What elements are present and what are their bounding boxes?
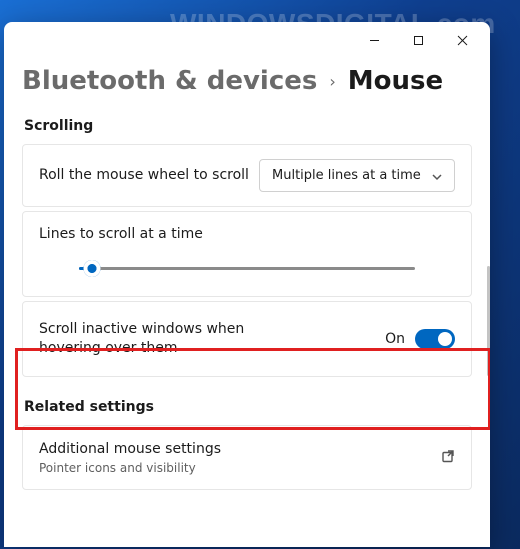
- minimize-icon: [369, 35, 380, 46]
- titlebar: [4, 22, 490, 58]
- additional-settings-sub: Pointer icons and visibility: [39, 461, 221, 475]
- scroll-mode-row: Roll the mouse wheel to scroll Multiple …: [23, 145, 471, 206]
- breadcrumb-parent[interactable]: Bluetooth & devices: [22, 66, 317, 96]
- section-header-scrolling: Scrolling: [24, 118, 470, 134]
- additional-settings-label: Additional mouse settings: [39, 440, 221, 459]
- scroll-inactive-toggle[interactable]: [415, 329, 455, 349]
- scrolling-card: Roll the mouse wheel to scroll Multiple …: [22, 144, 472, 207]
- chevron-down-icon: [432, 171, 442, 181]
- scroll-inactive-row: Scroll inactive windows when hovering ov…: [23, 302, 471, 376]
- breadcrumb: Bluetooth & devices › Mouse: [22, 66, 472, 96]
- settings-window: Bluetooth & devices › Mouse Scrolling Ro…: [4, 22, 490, 547]
- page-title: Mouse: [348, 66, 443, 96]
- scroll-mode-select[interactable]: Multiple lines at a time: [259, 159, 455, 192]
- slider-track: [79, 267, 415, 270]
- lines-label: Lines to scroll at a time: [39, 226, 455, 242]
- lines-slider[interactable]: [79, 260, 415, 276]
- scroll-mode-label: Roll the mouse wheel to scroll: [39, 166, 249, 185]
- scroll-mode-value: Multiple lines at a time: [272, 168, 421, 183]
- scrollbar[interactable]: [487, 266, 490, 376]
- section-header-related: Related settings: [24, 399, 470, 415]
- additional-settings-row[interactable]: Additional mouse settings Pointer icons …: [23, 426, 471, 489]
- maximize-button[interactable]: [396, 25, 440, 55]
- inactive-card: Scroll inactive windows when hovering ov…: [22, 301, 472, 377]
- additional-settings-card[interactable]: Additional mouse settings Pointer icons …: [22, 425, 472, 490]
- open-external-icon: [441, 448, 455, 467]
- lines-card: Lines to scroll at a time: [22, 211, 472, 297]
- slider-thumb[interactable]: [84, 260, 101, 277]
- close-icon: [457, 35, 468, 46]
- maximize-icon: [413, 35, 424, 46]
- toggle-state-text: On: [385, 331, 405, 347]
- close-button[interactable]: [440, 25, 484, 55]
- scroll-inactive-label: Scroll inactive windows when hovering ov…: [39, 320, 299, 358]
- chevron-right-icon: ›: [329, 72, 335, 91]
- minimize-button[interactable]: [352, 25, 396, 55]
